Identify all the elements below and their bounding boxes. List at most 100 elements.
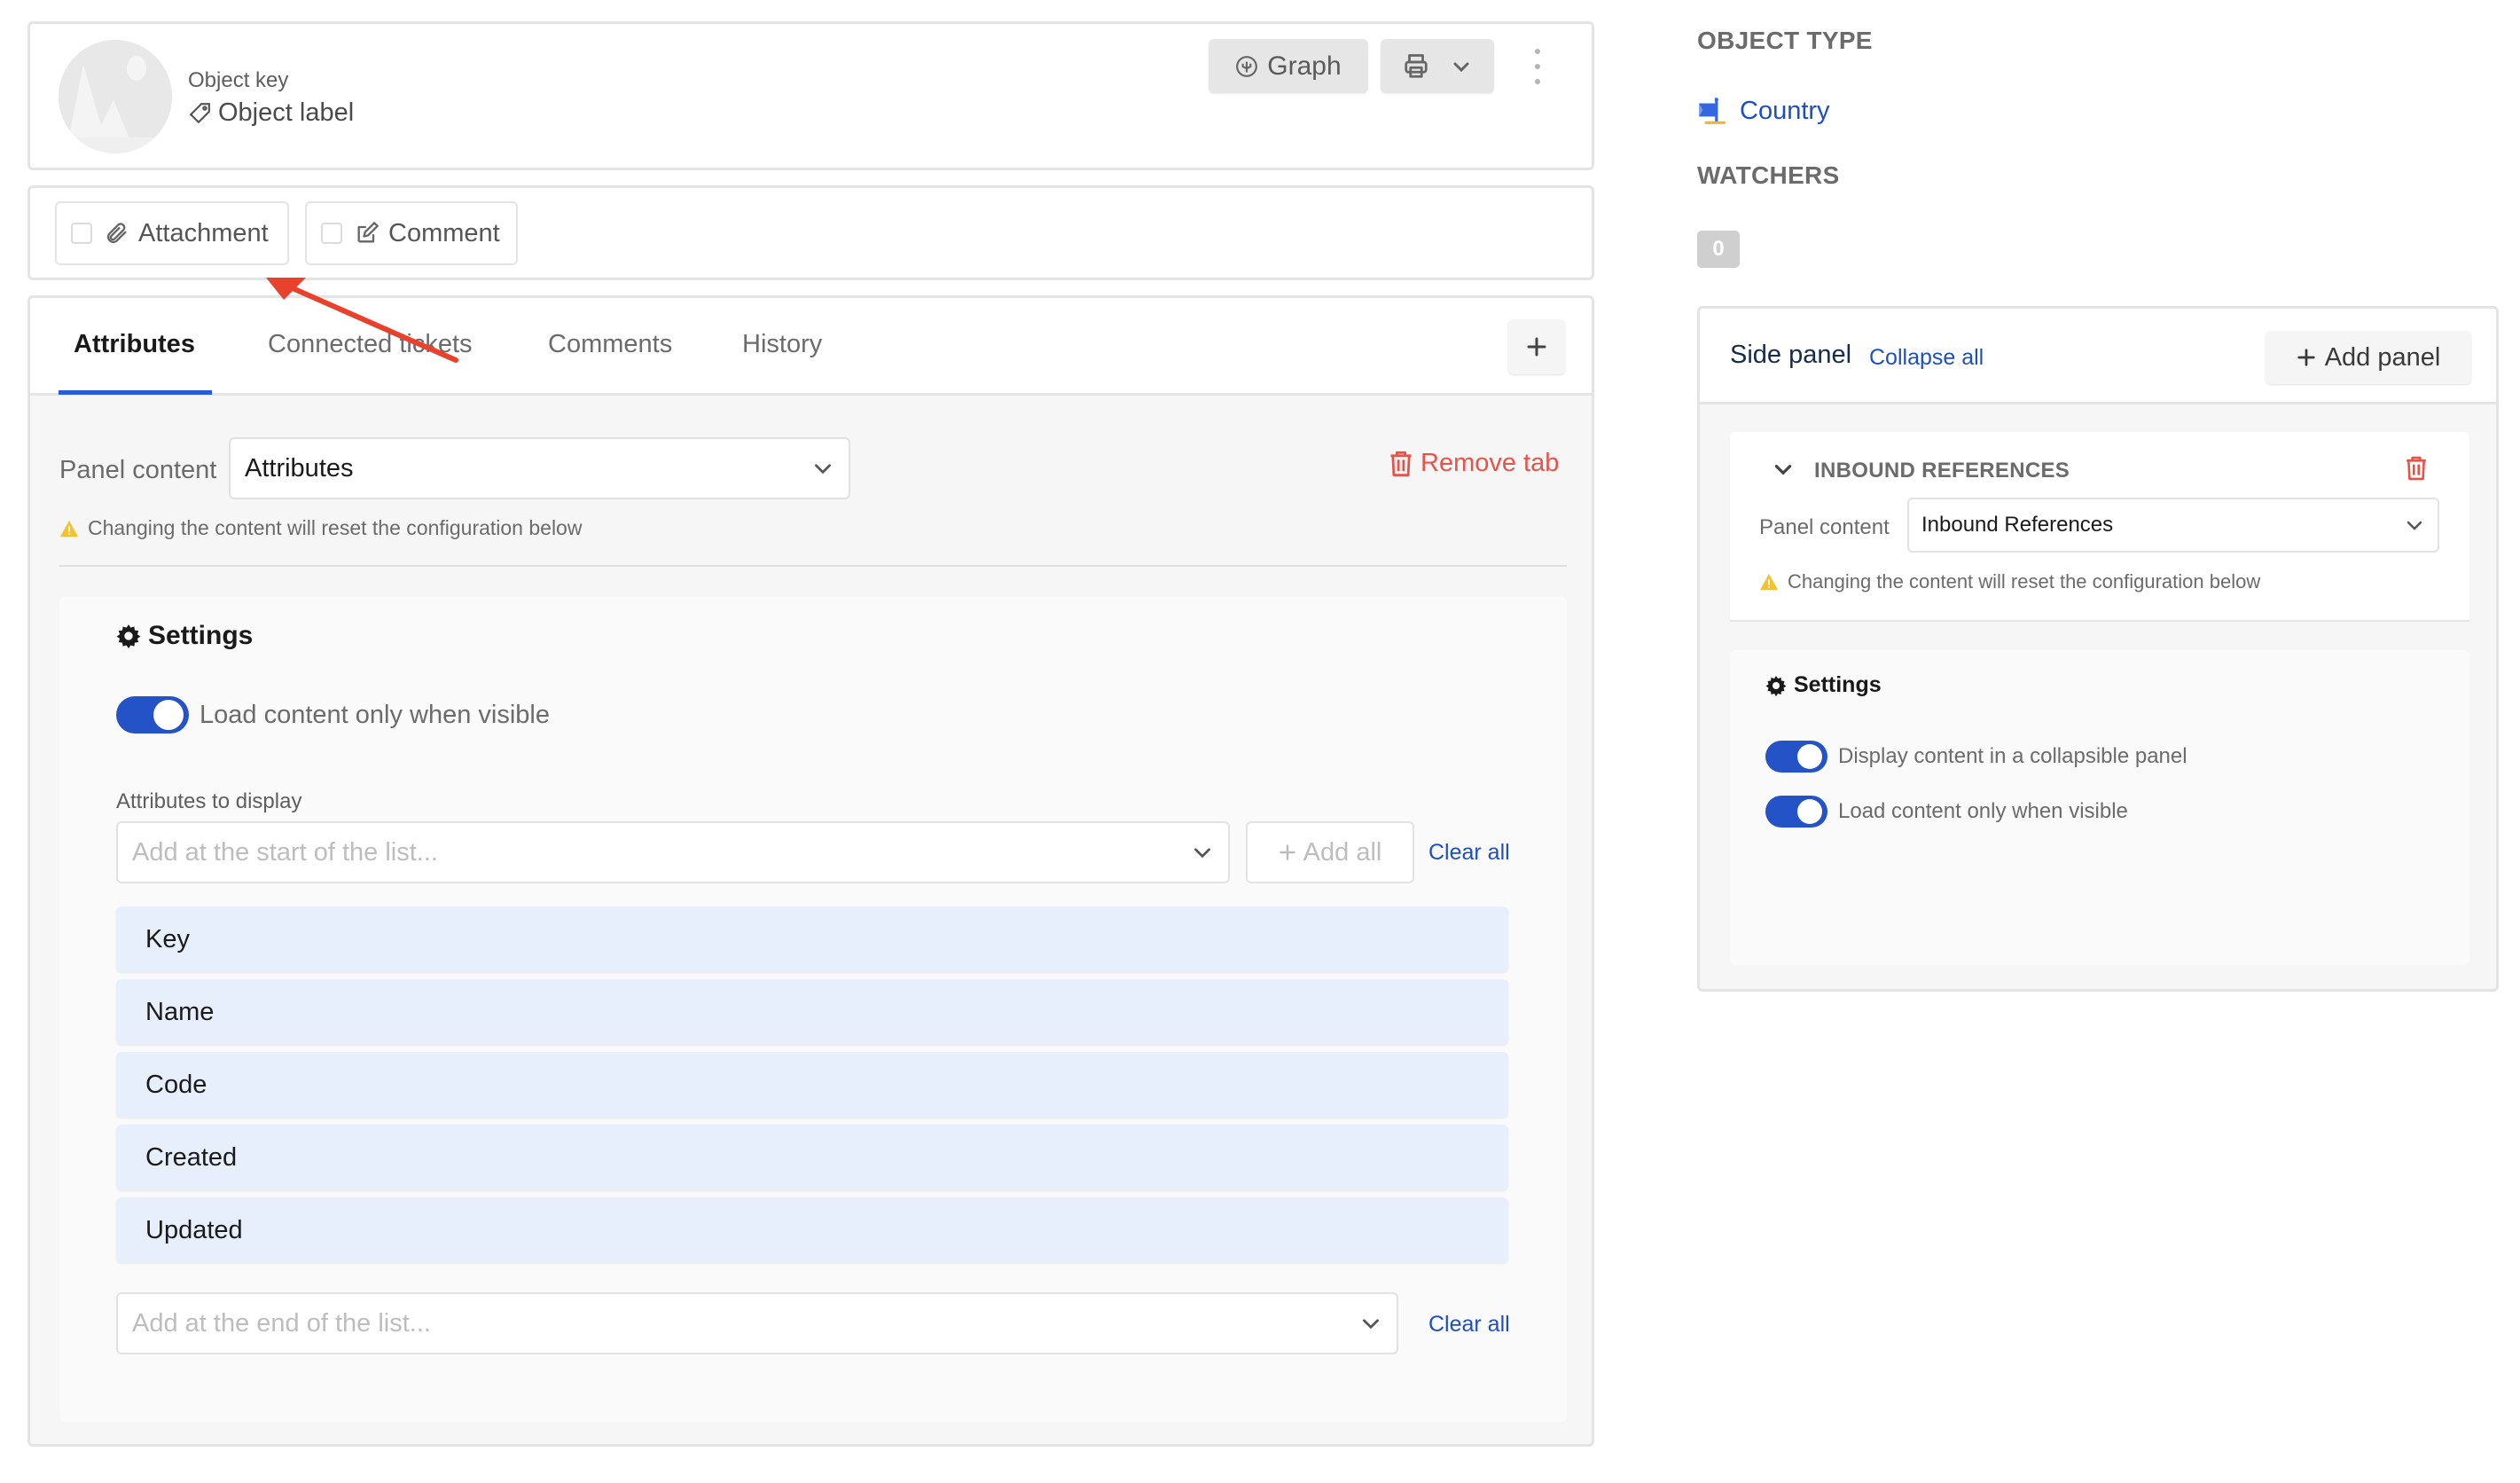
add-all-label: Add all <box>1303 837 1382 867</box>
add-all-button[interactable]: Add all <box>1246 821 1414 883</box>
settings-title: Settings <box>148 621 254 650</box>
panel-content-select[interactable]: Attributes <box>229 437 850 499</box>
side-settings-heading: Settings <box>1765 672 1882 698</box>
object-label-text: Object label <box>218 98 355 127</box>
inbound-references-title[interactable]: INBOUND REFERENCES <box>1814 459 2070 483</box>
add-start-select[interactable]: Add at the start of the list... <box>116 821 1230 883</box>
collapsible-toggle-row: Display content in a collapsible panel <box>1765 741 2187 773</box>
inbound-references-panel: INBOUND REFERENCES Panel content Inbound… <box>1730 432 2469 622</box>
tab-history[interactable]: History <box>742 330 822 359</box>
settings-heading: Settings <box>116 621 253 651</box>
active-tab-indicator <box>59 390 212 395</box>
more-vertical-icon[interactable] <box>1529 49 1546 84</box>
load-visible-toggle[interactable] <box>116 696 189 734</box>
edit-icon <box>357 222 379 243</box>
side-panel-header: Side panel Collapse all Add panel <box>1700 309 2496 404</box>
side-load-visible-label: Load content only when visible <box>1838 799 2128 823</box>
attribute-item[interactable]: Code <box>116 1052 1508 1118</box>
object-header-card: Object key Object label Graph <box>27 21 1594 170</box>
gear-icon <box>1765 675 1787 696</box>
graph-icon <box>1236 55 1258 77</box>
warning-text: Changing the content will reset the conf… <box>88 516 583 539</box>
attachment-checkbox[interactable] <box>71 223 92 244</box>
collapse-all-link[interactable]: Collapse all <box>1869 345 1984 371</box>
print-menu-button[interactable] <box>1381 39 1494 93</box>
object-avatar <box>59 40 172 153</box>
tag-icon <box>189 102 210 123</box>
tabs-card: Attributes Connected tickets Comments Hi… <box>27 295 1594 1447</box>
comment-button[interactable]: Comment <box>305 201 518 265</box>
comment-checkbox[interactable] <box>321 223 342 244</box>
attribute-item[interactable]: Created <box>116 1125 1508 1190</box>
object-type-link[interactable]: Country <box>1697 96 1830 126</box>
side-panel-card: Side panel Collapse all Add panel INBOUN… <box>1697 306 2499 992</box>
side-settings-title: Settings <box>1794 672 1882 697</box>
attachment-label: Attachment <box>138 218 269 247</box>
chevron-down-icon <box>1363 1319 1379 1330</box>
clear-all-start-link[interactable]: Clear all <box>1428 840 1510 866</box>
side-panel-content-select[interactable]: Inbound References <box>1907 498 2439 553</box>
side-settings-section: Settings Display content in a collapsibl… <box>1730 650 2469 965</box>
collapsible-toggle[interactable] <box>1765 741 1827 773</box>
remove-tab-button[interactable]: Remove tab <box>1389 449 1559 478</box>
attachment-button[interactable]: Attachment <box>55 201 289 265</box>
chevron-down-icon <box>2407 521 2422 530</box>
side-load-visible-toggle-row: Load content only when visible <box>1765 796 2128 828</box>
printer-icon <box>1405 53 1428 78</box>
quick-actions-card: Attachment Comment <box>27 185 1594 280</box>
panel-content-label: Panel content <box>59 456 217 484</box>
load-visible-label: Load content only when visible <box>200 700 550 729</box>
side-panel-title: Side panel <box>1730 341 1852 369</box>
flag-icon <box>1699 98 1726 124</box>
tab-comments[interactable]: Comments <box>548 330 672 359</box>
image-placeholder-icon <box>59 40 172 153</box>
watchers-count-badge[interactable]: 0 <box>1697 231 1740 268</box>
tab-attributes[interactable]: Attributes <box>74 330 195 359</box>
chevron-down-icon <box>1453 62 1469 72</box>
plus-icon <box>1527 337 1546 357</box>
tab-connected-tickets[interactable]: Connected tickets <box>268 330 473 359</box>
panel-content-value: Attributes <box>245 453 354 483</box>
add-panel-label: Add panel <box>2324 342 2441 372</box>
warning-icon <box>1759 573 1779 591</box>
watchers-heading: WATCHERS <box>1697 161 1840 189</box>
chevron-down-icon <box>1194 848 1210 859</box>
load-visible-toggle-row: Load content only when visible <box>116 696 550 734</box>
object-key: Object key <box>188 68 289 92</box>
attributes-to-display-label: Attributes to display <box>116 789 302 813</box>
object-type-value: Country <box>1740 96 1830 125</box>
clear-all-end-link[interactable]: Clear all <box>1428 1312 1510 1338</box>
warning-icon <box>59 520 79 537</box>
graph-button[interactable]: Graph <box>1209 39 1368 93</box>
remove-tab-label: Remove tab <box>1420 449 1560 477</box>
add-end-select[interactable]: Add at the end of the list... <box>116 1292 1398 1354</box>
chevron-down-icon[interactable] <box>1772 459 1795 482</box>
side-panel-content-label: Panel content <box>1759 515 1890 539</box>
plus-icon <box>2297 349 2315 366</box>
add-start-placeholder: Add at the start of the list... <box>132 837 438 867</box>
add-panel-button[interactable]: Add panel <box>2266 331 2471 384</box>
graph-button-label: Graph <box>1267 51 1342 81</box>
add-end-placeholder: Add at the end of the list... <box>132 1308 431 1338</box>
trash-icon <box>1390 451 1412 476</box>
divider <box>59 565 1567 567</box>
side-load-visible-toggle[interactable] <box>1765 796 1827 828</box>
gear-icon <box>116 624 141 648</box>
plus-icon <box>1279 844 1295 860</box>
paperclip-icon <box>106 223 127 244</box>
attribute-item[interactable]: Updated <box>116 1197 1508 1263</box>
attribute-item[interactable]: Name <box>116 979 1508 1045</box>
settings-section: Settings Load content only when visible … <box>59 597 1567 1422</box>
collapsible-toggle-label: Display content in a collapsible panel <box>1838 744 2187 768</box>
side-panel-content-value: Inbound References <box>1921 513 2114 537</box>
tab-bar: Attributes Connected tickets Comments Hi… <box>30 298 1592 396</box>
comment-label: Comment <box>388 218 500 247</box>
add-tab-button[interactable] <box>1508 319 1565 374</box>
trash-icon[interactable] <box>2405 455 2428 482</box>
panel-content-warning: Changing the content will reset the conf… <box>59 516 582 540</box>
object-type-heading: OBJECT TYPE <box>1697 27 1873 54</box>
side-panel-warning: Changing the content will reset the conf… <box>1759 570 2260 593</box>
chevron-down-icon <box>815 464 831 475</box>
object-label: Object label <box>188 98 354 128</box>
attribute-item[interactable]: Key <box>116 906 1508 972</box>
